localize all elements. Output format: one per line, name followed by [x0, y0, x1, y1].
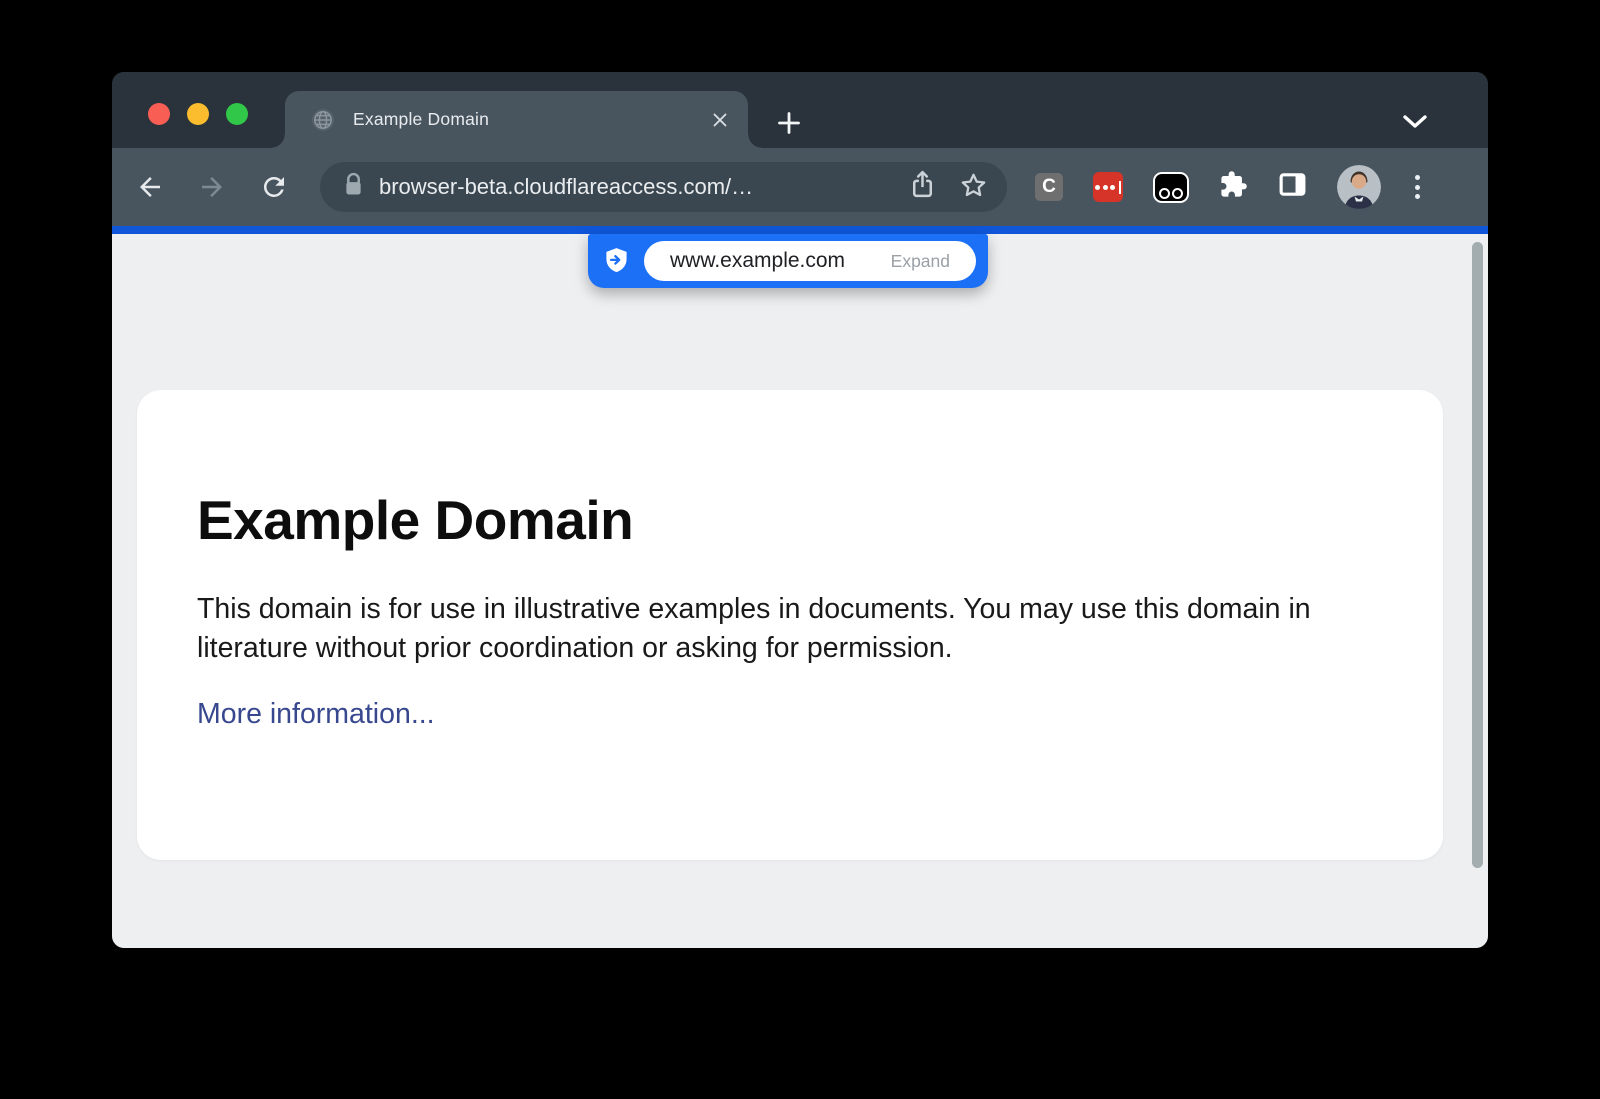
- page-title: Example Domain: [197, 488, 1373, 552]
- zoom-window-button[interactable]: [226, 103, 248, 125]
- tab-example-domain[interactable]: Example Domain: [285, 91, 748, 148]
- more-information-link[interactable]: More information...: [197, 698, 435, 731]
- recorder-extension-icon[interactable]: [1153, 172, 1189, 203]
- example-domain-card: Example Domain This domain is for use in…: [137, 390, 1443, 860]
- vertical-scrollbar-thumb[interactable]: [1472, 242, 1483, 868]
- bookmark-star-icon[interactable]: [960, 172, 987, 203]
- back-button[interactable]: [134, 171, 166, 203]
- extensions-row: C: [1035, 165, 1424, 209]
- address-bar[interactable]: browser-beta.cloudflareaccess.com/…: [320, 162, 1007, 212]
- tab-title: Example Domain: [353, 109, 489, 130]
- isolation-host-field[interactable]: www.example.com Expand: [644, 241, 976, 281]
- forward-button[interactable]: [196, 171, 228, 203]
- new-tab-button[interactable]: [774, 108, 804, 138]
- lock-icon: [344, 172, 363, 202]
- profile-avatar[interactable]: [1337, 165, 1381, 209]
- extension-c-icon[interactable]: C: [1035, 173, 1063, 201]
- url-text[interactable]: browser-beta.cloudflareaccess.com/…: [379, 174, 753, 200]
- side-panel-icon[interactable]: [1278, 170, 1307, 204]
- extensions-puzzle-icon[interactable]: [1219, 170, 1248, 204]
- navigation-bar: browser-beta.cloudflareaccess.com/… C: [112, 148, 1488, 226]
- expand-button[interactable]: Expand: [891, 251, 950, 272]
- shield-arrow-icon: [603, 247, 630, 280]
- reload-button[interactable]: [258, 171, 290, 203]
- tab-strip: Example Domain: [112, 72, 1488, 148]
- globe-favicon-icon: [311, 108, 335, 132]
- page-viewport: www.example.com Expand Example Domain Th…: [112, 234, 1488, 948]
- window-controls: [148, 103, 248, 125]
- share-icon[interactable]: [909, 169, 936, 205]
- isolation-host-pill[interactable]: www.example.com Expand: [588, 234, 988, 288]
- browser-menu-kebab-icon[interactable]: [1411, 171, 1424, 203]
- tab-search-chevron-icon[interactable]: [1402, 114, 1428, 134]
- page-paragraph: This domain is for use in illustrative e…: [197, 590, 1347, 668]
- close-window-button[interactable]: [148, 103, 170, 125]
- minimize-window-button[interactable]: [187, 103, 209, 125]
- password-manager-extension-icon[interactable]: [1093, 172, 1123, 202]
- browser-window: Example Domain: [112, 72, 1488, 948]
- isolated-hostname: www.example.com: [670, 249, 845, 273]
- isolation-indicator-line: [112, 226, 1488, 234]
- close-tab-icon[interactable]: [711, 111, 728, 128]
